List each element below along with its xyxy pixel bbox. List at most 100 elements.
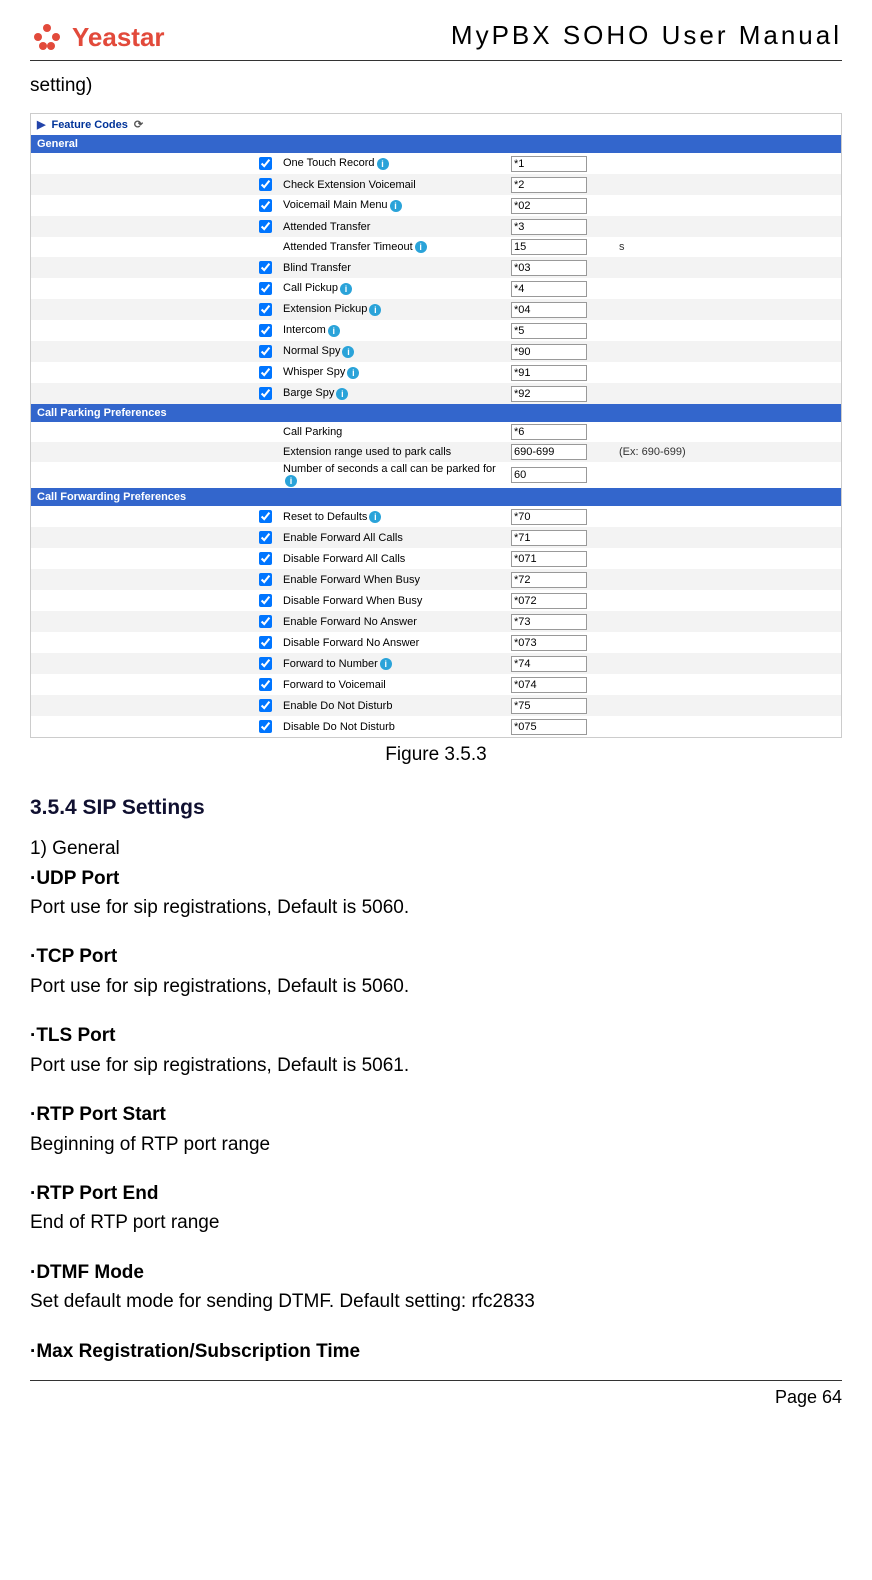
setting-desc: Set default mode for sending DTMF. Defau… <box>30 1287 842 1316</box>
value-input[interactable] <box>511 344 587 360</box>
info-icon[interactable]: i <box>380 658 392 670</box>
breadcrumb-arrow-icon: ▶ <box>37 118 45 131</box>
value-input[interactable] <box>511 260 587 276</box>
value-input[interactable] <box>511 177 587 193</box>
value-input[interactable] <box>511 302 587 318</box>
value-input[interactable] <box>511 444 587 460</box>
enable-checkbox[interactable] <box>259 178 272 191</box>
continued-text: setting) <box>30 75 842 97</box>
setting-desc: Port use for sip registrations, Default … <box>30 893 842 922</box>
settings-table: Call ParkingExtension range used to park… <box>31 422 841 488</box>
enable-checkbox[interactable] <box>259 573 272 586</box>
setting-title: ·DTMF Mode <box>30 1262 144 1283</box>
suffix-text: s <box>619 241 625 253</box>
info-icon[interactable]: i <box>285 475 297 487</box>
enable-checkbox[interactable] <box>259 199 272 212</box>
enable-checkbox[interactable] <box>259 345 272 358</box>
info-icon[interactable]: i <box>340 283 352 295</box>
table-row: Enable Forward All Calls <box>31 527 841 548</box>
value-input[interactable] <box>511 614 587 630</box>
value-input[interactable] <box>511 219 587 235</box>
gear-icon[interactable]: ⟳ <box>134 118 143 131</box>
row-label: Enable Do Not Disturb <box>283 700 392 712</box>
value-input[interactable] <box>511 365 587 381</box>
section-header: Call Parking Preferences <box>31 404 841 422</box>
value-input[interactable] <box>511 424 587 440</box>
table-row: Enable Do Not Disturb <box>31 695 841 716</box>
table-row: Forward to Numberi <box>31 653 841 674</box>
value-input[interactable] <box>511 698 587 714</box>
value-input[interactable] <box>511 656 587 672</box>
enable-checkbox[interactable] <box>259 552 272 565</box>
brand-icon <box>30 20 64 54</box>
table-row: Disable Forward When Busy <box>31 590 841 611</box>
row-label: One Touch Record <box>283 157 375 169</box>
table-row: Check Extension Voicemail <box>31 174 841 195</box>
info-icon[interactable]: i <box>369 304 381 316</box>
info-icon[interactable]: i <box>336 388 348 400</box>
enable-checkbox[interactable] <box>259 261 272 274</box>
value-input[interactable] <box>511 593 587 609</box>
table-row: Barge Spyi <box>31 383 841 404</box>
enable-checkbox[interactable] <box>259 366 272 379</box>
row-label: Number of seconds a call can be parked f… <box>283 463 496 475</box>
value-input[interactable] <box>511 386 587 402</box>
value-input[interactable] <box>511 156 587 172</box>
info-icon[interactable]: i <box>369 511 381 523</box>
enable-checkbox[interactable] <box>259 324 272 337</box>
table-row: Call Pickupi <box>31 278 841 299</box>
table-row: Whisper Spyi <box>31 362 841 383</box>
enable-checkbox[interactable] <box>259 220 272 233</box>
enable-checkbox[interactable] <box>259 615 272 628</box>
setting-desc: Beginning of RTP port range <box>30 1130 842 1159</box>
value-input[interactable] <box>511 572 587 588</box>
setting-title: ·RTP Port End <box>30 1183 158 1204</box>
value-input[interactable] <box>511 323 587 339</box>
value-input[interactable] <box>511 719 587 735</box>
setting-title: ·UDP Port <box>30 868 119 889</box>
table-row: Forward to Voicemail <box>31 674 841 695</box>
value-input[interactable] <box>511 677 587 693</box>
value-input[interactable] <box>511 281 587 297</box>
info-icon[interactable]: i <box>377 158 389 170</box>
enable-checkbox[interactable] <box>259 387 272 400</box>
figure-caption: Figure 3.5.3 <box>30 744 842 766</box>
table-row: Blind Transfer <box>31 257 841 278</box>
table-row: Intercomi <box>31 320 841 341</box>
info-icon[interactable]: i <box>390 200 402 212</box>
table-row: One Touch Recordi <box>31 153 841 174</box>
brand-logo: Yeastar <box>30 20 165 54</box>
value-input[interactable] <box>511 509 587 525</box>
setting-desc: Port use for sip registrations, Default … <box>30 972 842 1001</box>
enable-checkbox[interactable] <box>259 282 272 295</box>
table-row: Disable Do Not Disturb <box>31 716 841 737</box>
enable-checkbox[interactable] <box>259 594 272 607</box>
enable-checkbox[interactable] <box>259 720 272 733</box>
settings-table: One Touch RecordiCheck Extension Voicema… <box>31 153 841 404</box>
setting-desc: End of RTP port range <box>30 1208 842 1237</box>
info-icon[interactable]: i <box>347 367 359 379</box>
setting-desc: Port use for sip registrations, Default … <box>30 1051 842 1080</box>
enable-checkbox[interactable] <box>259 303 272 316</box>
row-label: Call Parking <box>283 426 342 438</box>
enable-checkbox[interactable] <box>259 678 272 691</box>
row-label: Intercom <box>283 324 326 336</box>
value-input[interactable] <box>511 635 587 651</box>
enable-checkbox[interactable] <box>259 636 272 649</box>
enable-checkbox[interactable] <box>259 157 272 170</box>
info-icon[interactable]: i <box>415 241 427 253</box>
page-header: Yeastar MyPBX SOHO User Manual <box>30 20 842 61</box>
info-icon[interactable]: i <box>342 346 354 358</box>
enable-checkbox[interactable] <box>259 531 272 544</box>
value-input[interactable] <box>511 467 587 483</box>
breadcrumb: ▶ Feature Codes ⟳ <box>31 114 841 135</box>
info-icon[interactable]: i <box>328 325 340 337</box>
value-input[interactable] <box>511 530 587 546</box>
enable-checkbox[interactable] <box>259 699 272 712</box>
enable-checkbox[interactable] <box>259 657 272 670</box>
value-input[interactable] <box>511 551 587 567</box>
value-input[interactable] <box>511 198 587 214</box>
value-input[interactable] <box>511 239 587 255</box>
enable-checkbox[interactable] <box>259 510 272 523</box>
row-label: Disable Forward No Answer <box>283 637 419 649</box>
